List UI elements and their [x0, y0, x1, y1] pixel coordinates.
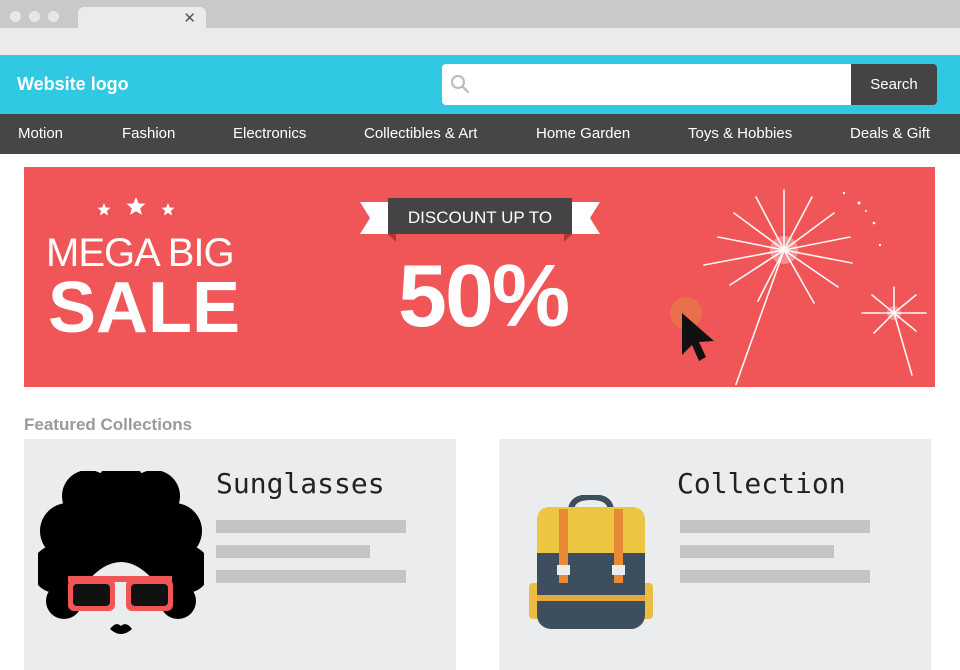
nav-item-home-garden[interactable]: Home Garden	[536, 125, 630, 142]
nav-item-collectibles-art[interactable]: Collectibles & Art	[364, 125, 477, 142]
text-placeholder-bar	[216, 570, 406, 583]
website-logo[interactable]: Website logo	[17, 74, 129, 95]
nav-item-electronics[interactable]: Electronics	[233, 125, 306, 142]
sale-banner[interactable]: MEGA BIG SALE DISCOUNT UP TO 50%	[24, 167, 935, 387]
search-button[interactable]: Search	[851, 64, 937, 105]
discount-value: 50%	[398, 246, 570, 345]
banner-sale-text: SALE	[48, 268, 241, 348]
minimize-window-dot[interactable]	[29, 11, 40, 22]
text-placeholder-bar	[680, 520, 870, 533]
window-controls	[10, 11, 59, 22]
text-placeholder-bar	[216, 520, 406, 533]
nav-item-deals-gift[interactable]: Deals & Gift	[850, 125, 930, 142]
browser-chrome: ✕	[0, 0, 960, 55]
card-title-sunglasses[interactable]: Sunglasses	[216, 467, 385, 500]
pointer-cursor-icon	[670, 297, 714, 361]
afro-sunglasses-illustration-icon	[38, 471, 204, 634]
search-icon	[451, 75, 470, 94]
search-input[interactable]	[442, 64, 852, 105]
text-placeholder-bar	[680, 545, 834, 558]
featured-collections-title: Featured Collections	[24, 415, 193, 434]
text-placeholder-bar	[680, 570, 870, 583]
site-header: Website logo Search	[0, 55, 960, 114]
maximize-window-dot[interactable]	[48, 11, 59, 22]
collection-card-collection[interactable]: Collection	[499, 439, 931, 670]
nav-item-fashion[interactable]: Fashion	[122, 125, 175, 142]
card-title-collection[interactable]: Collection	[677, 467, 846, 500]
category-nav: Motion Fashion Electronics Collectibles …	[0, 114, 960, 154]
text-placeholder-bar	[216, 545, 370, 558]
nav-item-motion[interactable]: Motion	[18, 125, 63, 142]
stars-icon	[97, 197, 175, 216]
discount-label: DISCOUNT UP TO	[407, 208, 553, 227]
tab-close-icon[interactable]: ✕	[183, 10, 196, 28]
browser-toolbar	[0, 28, 960, 55]
collection-card-sunglasses[interactable]: Sunglasses	[24, 439, 456, 670]
close-window-dot[interactable]	[10, 11, 21, 22]
nav-item-toys-hobbies[interactable]: Toys & Hobbies	[688, 125, 792, 142]
backpack-illustration-icon	[529, 495, 653, 629]
